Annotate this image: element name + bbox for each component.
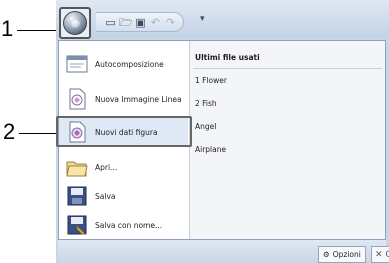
menu-item-autocomposizione[interactable]: Autocomposizione [59,49,188,79]
open-icon[interactable]: 🗁 [119,16,133,29]
recent-file-item[interactable]: 2 Fish [195,99,217,108]
options-label: Opzioni [332,250,361,259]
menu-item-label: Autocomposizione [95,59,164,69]
open-folder-icon [66,161,88,177]
save-as-icon [67,215,87,235]
recent-file-item[interactable]: 1 Flower [195,76,227,85]
title-bar: ▭ 🗁 ▣ ↶ ↷ ▾ ( [56,0,389,38]
save-icon [67,186,87,206]
menu-item-label: Salva con nome... [95,220,163,230]
menu-item-salva[interactable]: Salva [59,181,188,211]
divider [193,68,382,69]
menu-item-label: Nuova Immagine Linea [95,94,182,104]
menu-item-label: Apri... [95,162,118,172]
undo-icon[interactable]: ↶ [149,16,162,29]
callout-number: 2 [3,119,16,144]
menu-footer: ⚙ Opzioni ✕ C [58,240,389,263]
quick-access-dropdown-icon[interactable]: ▾ [200,14,205,24]
recent-file-item[interactable]: Angel [195,122,216,131]
application-button[interactable] [59,7,91,39]
callout-highlight-frame [56,116,192,147]
menu-item-nuova-immagine-linea[interactable]: Nuova Immagine Linea [59,84,188,114]
options-button[interactable]: ⚙ Opzioni [318,246,366,263]
application-orb-icon [63,11,87,35]
callout-line [19,133,57,134]
redo-icon[interactable]: ↷ [164,16,177,29]
recent-files-panel: Ultimi file usati 1 Flower 2 Fish Angel … [190,41,385,239]
recent-files-title: Ultimi file usati [195,53,260,62]
recent-file-item[interactable]: Airplane [195,145,226,154]
menu-item-salva-con-nome[interactable]: Salva con nome... [59,210,188,240]
exit-button[interactable]: ✕ C [371,246,389,263]
new-line-image-icon [69,88,86,110]
save-icon[interactable]: ▣ [134,16,147,29]
autocompose-icon [66,55,88,73]
quick-access-toolbar: ▭ 🗁 ▣ ↶ ↷ [96,12,184,32]
gear-icon: ⚙ [323,250,330,259]
new-icon[interactable]: ▭ [104,16,117,29]
menu-item-apri[interactable]: Apri... [59,152,188,182]
menu-item-label: Salva [95,191,116,201]
callout-line [17,30,60,31]
callout-number: 1 [1,16,14,41]
